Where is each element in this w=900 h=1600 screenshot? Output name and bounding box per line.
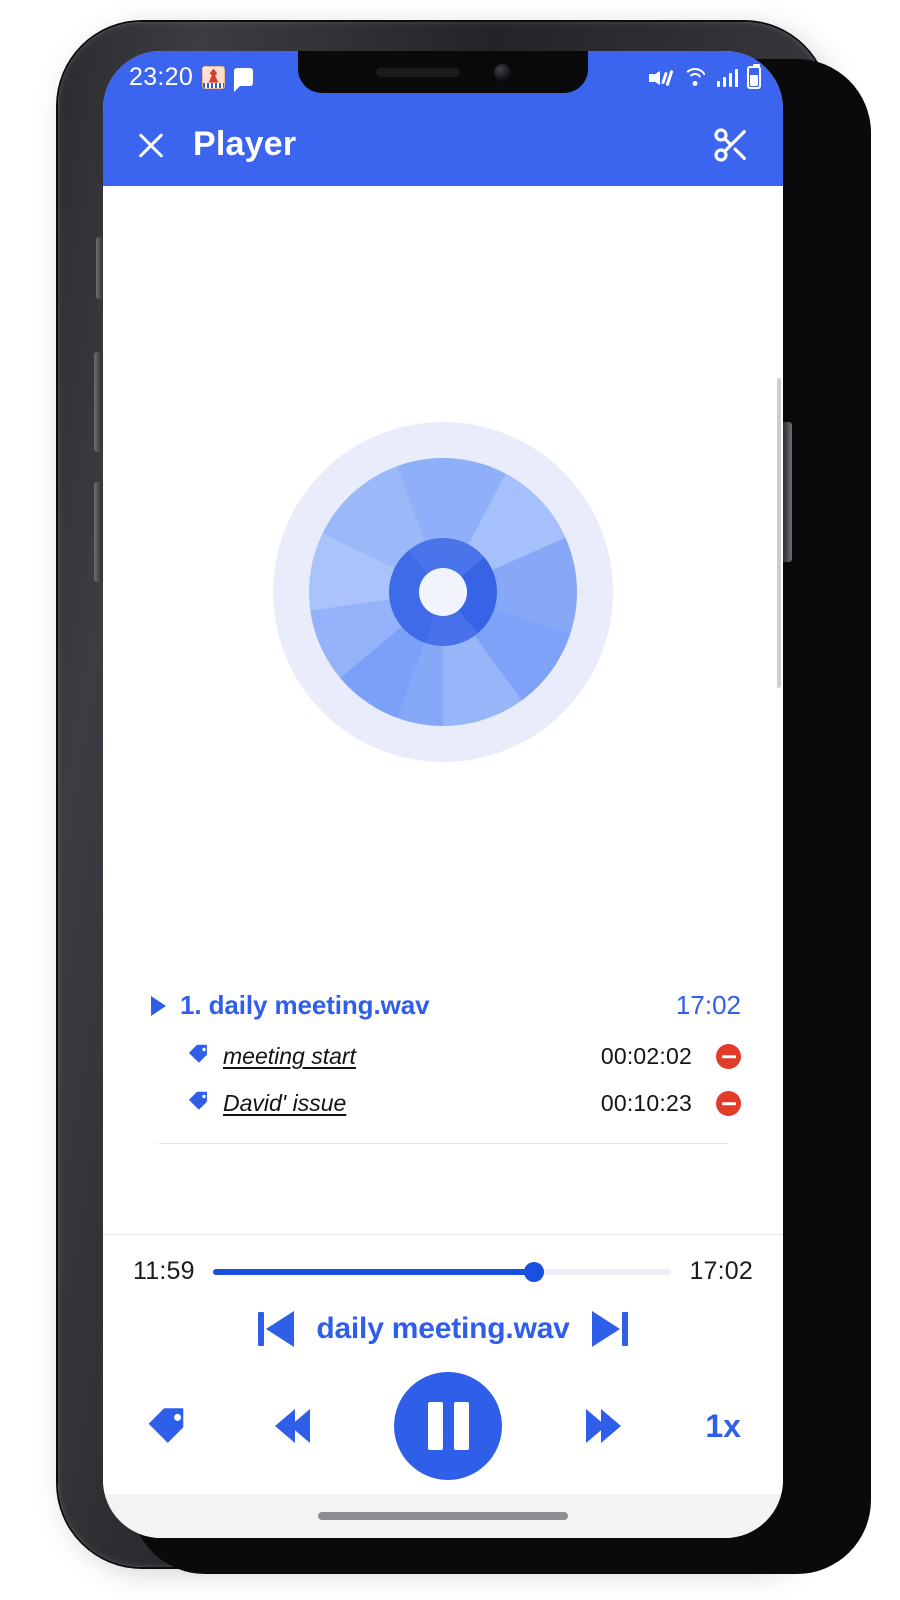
skip-next-icon[interactable]	[591, 1308, 628, 1350]
home-indicator[interactable]	[318, 1512, 568, 1520]
elapsed-time: 11:59	[133, 1257, 195, 1285]
app-bar: Player	[103, 103, 783, 186]
phone-screen: 23:20 Player 1. daily meeting.wav 17:02 …	[103, 51, 783, 1538]
now-playing-row: daily meeting.wav	[103, 1308, 783, 1350]
bookmark-time: 00:02:02	[600, 1043, 692, 1069]
playback-speed-button[interactable]: 1x	[705, 1408, 741, 1445]
pause-icon[interactable]	[394, 1372, 503, 1480]
remove-circle-icon[interactable]	[716, 1091, 741, 1116]
skip-previous-icon[interactable]	[258, 1308, 295, 1350]
status-bar-right	[648, 63, 761, 89]
phone-notch	[298, 51, 588, 93]
page-title: Player	[193, 125, 297, 163]
status-bar-left: 23:20	[129, 62, 254, 92]
mute-icon	[648, 67, 674, 88]
list-divider	[159, 1143, 727, 1144]
seek-slider[interactable]	[212, 1259, 672, 1285]
player-content: 1. daily meeting.wav 17:02 meeting start…	[103, 186, 783, 1234]
bookmark-label: David' issue	[223, 1090, 347, 1116]
tag-icon	[187, 1042, 211, 1071]
table-row[interactable]: 1. daily meeting.wav 17:02	[145, 986, 741, 1033]
bookmark-label: meeting start	[223, 1043, 356, 1069]
close-icon[interactable]	[129, 123, 173, 167]
chat-bubble-icon	[234, 68, 254, 92]
total-time: 17:02	[689, 1257, 753, 1285]
home-indicator-area	[103, 1494, 783, 1538]
disc-center-hole	[419, 568, 467, 616]
scissors-icon[interactable]	[707, 121, 755, 169]
player-bar: 11:59 17:02 daily meeting.wav 1x	[103, 1234, 783, 1494]
status-bar: 23:20	[103, 51, 783, 103]
tag-icon	[187, 1089, 211, 1118]
front-camera	[493, 63, 511, 81]
compact-disc-icon	[273, 422, 613, 762]
status-time: 23:20	[129, 62, 194, 91]
transport-controls: 1x	[103, 1350, 783, 1480]
earpiece-speaker	[375, 67, 460, 77]
add-bookmark-button[interactable]	[145, 1403, 191, 1449]
bookmark-time: 00:10:23	[600, 1090, 692, 1116]
screenshot-stage: 23:20 Player 1. daily meeting.wav 17:02 …	[0, 0, 900, 1600]
track-list: 1. daily meeting.wav 17:02 meeting start…	[103, 986, 783, 1144]
play-triangle-icon[interactable]	[151, 995, 166, 1016]
list-item[interactable]: David' issue 00:10:23	[145, 1080, 741, 1127]
seek-thumb[interactable]	[523, 1261, 544, 1282]
fast-forward-icon[interactable]	[586, 1409, 622, 1443]
signal-icon	[716, 67, 738, 87]
track-name: 1. daily meeting.wav	[180, 990, 430, 1020]
list-item[interactable]: meeting start 00:02:02	[145, 1033, 741, 1080]
wifi-icon	[683, 67, 708, 87]
track-duration: 17:02	[675, 990, 741, 1020]
rewind-icon[interactable]	[275, 1409, 311, 1443]
battery-icon	[747, 63, 761, 89]
now-playing-title: daily meeting.wav	[316, 1312, 570, 1345]
app-notification-icon	[202, 65, 226, 89]
scrollbar[interactable]	[777, 378, 781, 688]
remove-circle-icon[interactable]	[716, 1044, 741, 1069]
seek-fill	[212, 1268, 534, 1275]
seek-row: 11:59 17:02	[103, 1257, 783, 1286]
